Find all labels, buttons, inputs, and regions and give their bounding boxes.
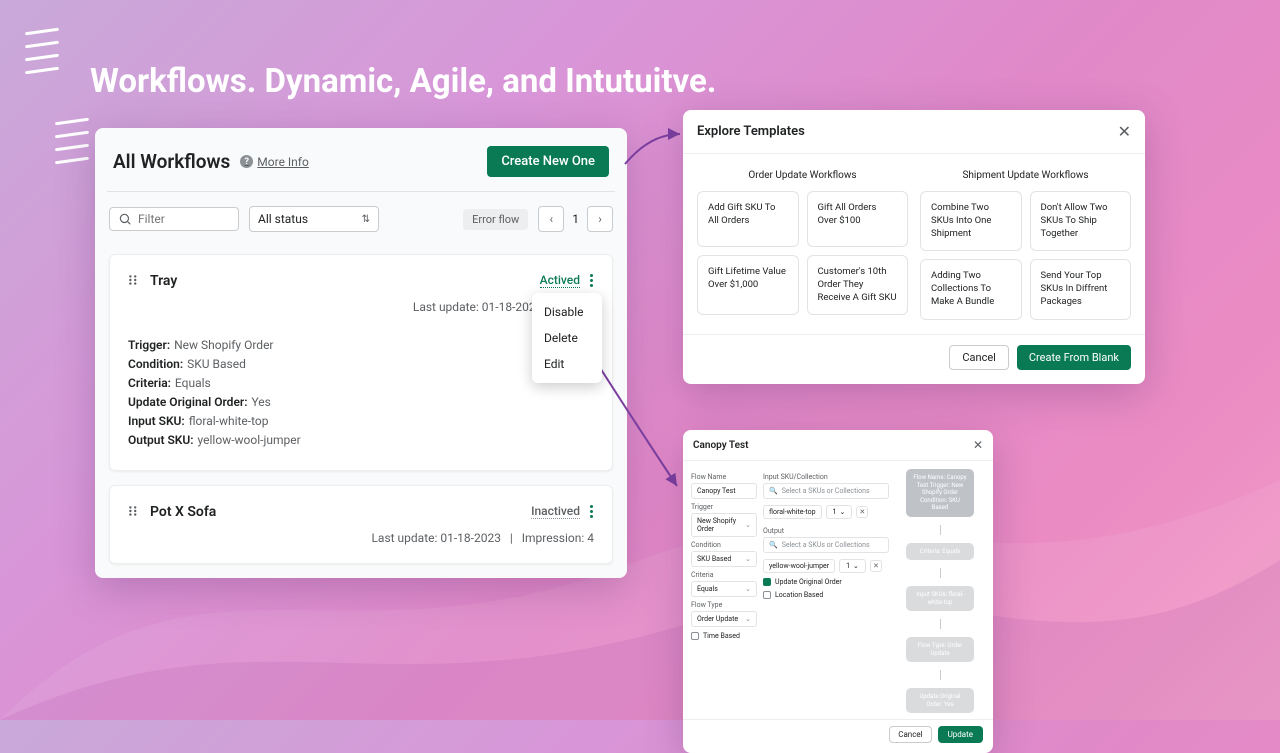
template-card[interactable]: Gift Lifetime Value Over $1,000 — [697, 255, 799, 315]
remove-chip-button[interactable]: ✕ — [856, 506, 868, 518]
flow-type-select[interactable]: Order Update⌄ — [691, 611, 757, 627]
templates-col-title: Order Update Workflows — [697, 170, 908, 181]
sku-chip: floral-white-top — [763, 505, 822, 519]
template-card[interactable]: Add Gift SKU To All Orders — [697, 191, 799, 247]
workflow-menu-button[interactable] — [590, 272, 594, 289]
time-based-checkbox[interactable]: Time Based — [691, 632, 757, 640]
input-sku-search[interactable]: 🔍Select a SKUs or Collections — [763, 483, 889, 499]
flow-node: Flow Name: Canopy Test Trigger: New Shop… — [906, 469, 974, 517]
template-card[interactable]: Send Your Top SKUs In Diffrent Packages — [1030, 259, 1132, 319]
output-sku-search[interactable]: 🔍Select a SKUs or Collections — [763, 537, 889, 553]
search-icon: 🔍 — [769, 541, 778, 549]
qty-stepper[interactable]: 1⌄ — [826, 505, 853, 519]
workflow-card: Tray Actived Last update: 01-18-2023 | I… — [109, 254, 613, 471]
arrow-icon — [620, 124, 690, 184]
menu-disable[interactable]: Disable — [532, 299, 602, 325]
criteria-select[interactable]: Equals⌄ — [691, 581, 757, 597]
menu-edit[interactable]: Edit — [532, 351, 602, 377]
templates-col-title: Shipment Update Workflows — [920, 170, 1131, 181]
workflow-name: Tray — [150, 273, 177, 289]
close-icon[interactable]: ✕ — [973, 438, 983, 452]
search-icon: 🔍 — [769, 487, 778, 495]
status-badge: Inactived — [531, 504, 580, 519]
impression: Impression: 4 — [522, 531, 594, 545]
info-icon: ? — [240, 155, 253, 168]
chevron-updown-icon: ⇅ — [362, 214, 370, 225]
workflow-name: Pot X Sofa — [150, 504, 216, 520]
condition-select[interactable]: SKU Based⌄ — [691, 551, 757, 567]
drag-handle-icon[interactable] — [128, 271, 140, 290]
workflow-menu-button[interactable] — [590, 503, 594, 520]
remove-chip-button[interactable]: ✕ — [870, 560, 882, 572]
filter-input[interactable] — [109, 207, 239, 231]
menu-delete[interactable]: Delete — [532, 325, 602, 351]
last-update: Last update: 01-18-2023 — [371, 531, 501, 545]
accent-lines — [25, 30, 59, 82]
flow-node: Update Original Order: Yes — [906, 688, 974, 713]
more-info-link[interactable]: ?More Info — [240, 155, 309, 169]
template-card[interactable]: Gift All Orders Over $100 — [807, 191, 909, 247]
drag-handle-icon[interactable] — [128, 502, 140, 521]
template-card[interactable]: Don't Allow Two SKUs To Ship Together — [1030, 191, 1132, 251]
templates-title: Explore Templates — [697, 124, 805, 139]
trigger-select[interactable]: New Shopify Order⌄ — [691, 513, 757, 537]
next-page-button[interactable]: › — [587, 206, 613, 232]
template-card[interactable]: Customer's 10th Order They Receive A Gif… — [807, 255, 909, 315]
flow-node: Criteria: Equals — [906, 543, 974, 561]
flow-node: Input SKUs: floral-white-top — [906, 586, 974, 611]
workflows-title: All Workflows — [113, 150, 230, 173]
cancel-button[interactable]: Cancel — [949, 345, 1008, 370]
sku-chip: yellow-wool-jumper — [763, 559, 835, 573]
editor-title: Canopy Test — [693, 440, 749, 451]
status-select[interactable]: All status⇅ — [249, 206, 379, 232]
location-based-checkbox[interactable]: Location Based — [763, 591, 889, 599]
flow-name-input[interactable]: Canopy Test — [691, 483, 757, 499]
last-update: Last update: 01-18-2023 — [413, 300, 543, 314]
workflow-card: Pot X Sofa Inactived Last update: 01-18-… — [109, 485, 613, 564]
create-new-button[interactable]: Create New One — [487, 146, 609, 177]
templates-modal: Explore Templates ✕ Order Update Workflo… — [683, 110, 1145, 384]
page-number: 1 — [570, 212, 581, 226]
hero-title: Workflows. Dynamic, Agile, and Intutuitv… — [90, 62, 716, 101]
prev-page-button[interactable]: ‹ — [538, 206, 564, 232]
template-card[interactable]: Adding Two Collections To Make A Bundle — [920, 259, 1022, 319]
cancel-button[interactable]: Cancel — [889, 726, 931, 743]
search-icon — [118, 212, 132, 226]
status-badge: Actived — [540, 273, 580, 288]
workflows-panel: All Workflows ?More Info Create New One … — [95, 128, 627, 578]
template-card[interactable]: Combine Two SKUs Into One Shipment — [920, 191, 1022, 251]
update-order-checkbox[interactable]: Update Original Order — [763, 578, 889, 586]
accent-lines-2 — [55, 120, 89, 172]
workflow-menu-dropdown: Disable Delete Edit — [532, 293, 602, 383]
flow-node: Flow Type: Order Update — [906, 637, 974, 662]
update-button[interactable]: Update — [938, 726, 983, 743]
error-flow-button[interactable]: Error flow — [463, 209, 528, 230]
close-icon[interactable]: ✕ — [1118, 122, 1131, 141]
editor-modal: Canopy Test ✕ Flow Name Canopy Test Trig… — [683, 430, 993, 753]
qty-stepper[interactable]: 1⌄ — [839, 559, 866, 573]
create-from-blank-button[interactable]: Create From Blank — [1017, 345, 1131, 370]
